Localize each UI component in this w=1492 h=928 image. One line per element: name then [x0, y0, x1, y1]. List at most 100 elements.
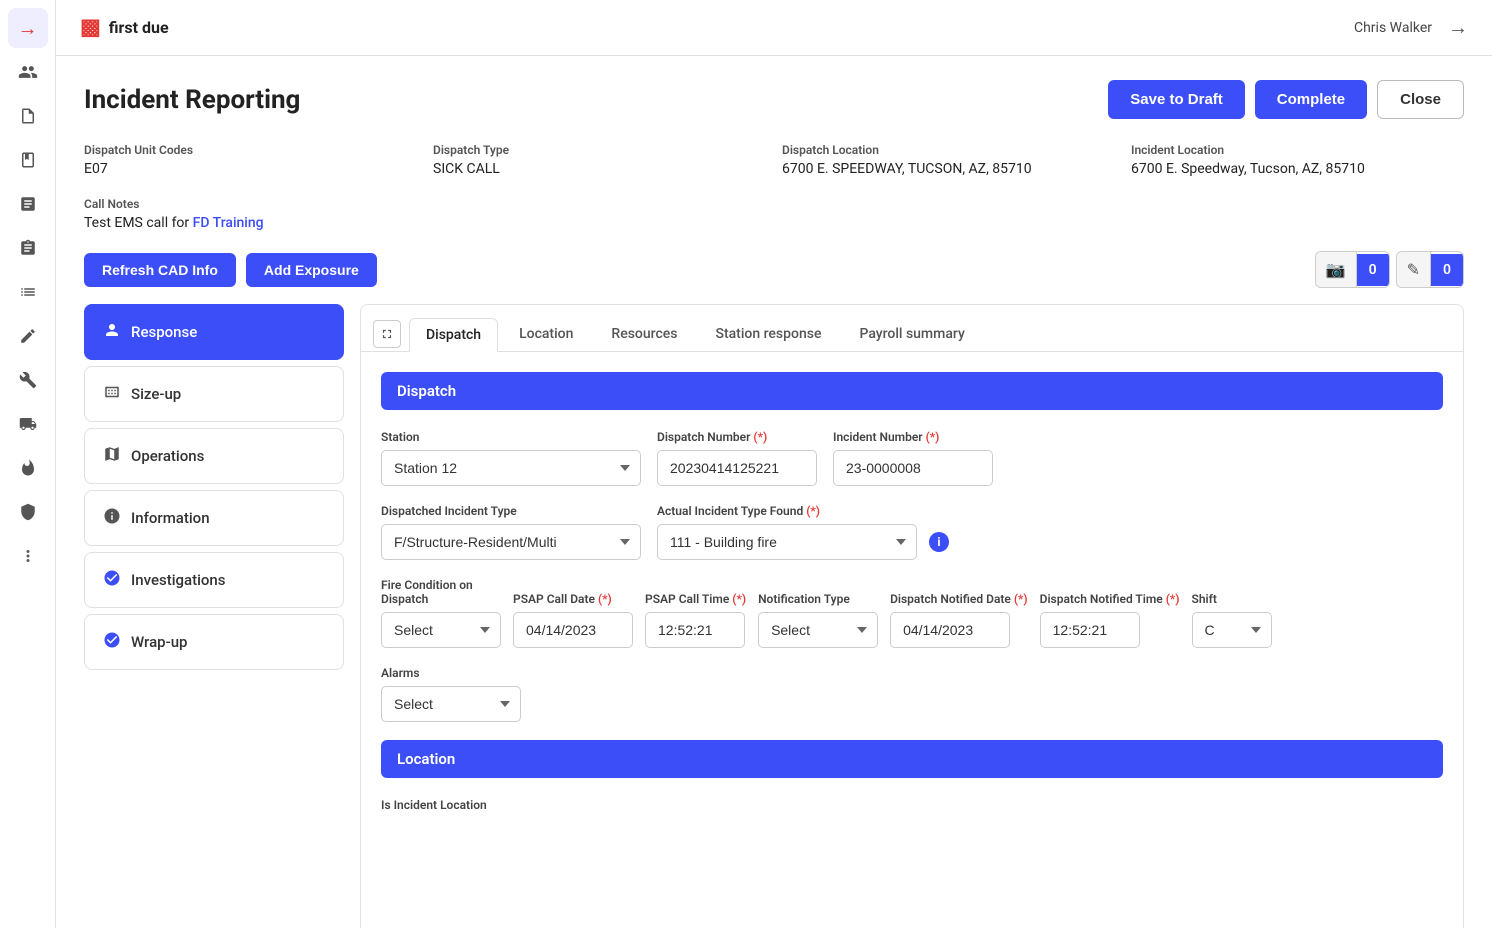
- dispatch-notified-date-input[interactable]: [890, 612, 1010, 648]
- incident-location: Incident Location 6700 E. Speedway, Tucs…: [1131, 143, 1464, 177]
- tab-station-response[interactable]: Station response: [698, 317, 838, 351]
- shift-select[interactable]: A B C: [1192, 612, 1272, 648]
- nav-item-investigations[interactable]: Investigations: [84, 552, 344, 608]
- notification-type-label: Notification Type: [758, 592, 878, 606]
- dispatch-unit-codes: Dispatch Unit Codes E07: [84, 143, 417, 177]
- main-content: ▩ first due Chris Walker → Incident Repo…: [56, 0, 1492, 928]
- tab-payroll-summary[interactable]: Payroll summary: [842, 317, 981, 351]
- unit-codes-label: Dispatch Unit Codes: [84, 143, 417, 157]
- nav-item-response[interactable]: Response: [84, 304, 344, 360]
- alarms-select[interactable]: Select 1 2 3: [381, 686, 521, 722]
- pencil-icon[interactable]: ✎: [1397, 252, 1431, 287]
- actual-type-label: Actual Incident Type Found (*): [657, 504, 949, 518]
- toolbar-left: Refresh CAD Info Add Exposure: [84, 253, 377, 287]
- form-area: Dispatch Station Station 12 Station 1 St…: [361, 352, 1463, 928]
- complete-button[interactable]: Complete: [1255, 80, 1367, 119]
- dispatched-type-group: Dispatched Incident Type F/Structure-Res…: [381, 504, 641, 560]
- dispatched-type-select[interactable]: F/Structure-Resident/Multi: [381, 524, 641, 560]
- clipboard-icon: [19, 239, 37, 257]
- is-incident-location-label: Is Incident Location: [381, 798, 487, 812]
- tab-location[interactable]: Location: [502, 317, 590, 351]
- fire-condition-select[interactable]: Select: [381, 612, 501, 648]
- people-icon: [18, 62, 38, 82]
- logout-button[interactable]: →: [1448, 15, 1468, 40]
- shift-label: Shift: [1192, 592, 1272, 606]
- dispatch-number-input[interactable]: [657, 450, 817, 486]
- tab-dispatch[interactable]: Dispatch: [409, 318, 498, 352]
- photo-counter: 📷 0: [1315, 251, 1390, 288]
- more-icon: [19, 547, 37, 565]
- investigations-icon: [103, 569, 121, 591]
- header-actions: Save to Draft Complete Close: [1108, 80, 1464, 119]
- logout-icon: →: [18, 16, 38, 41]
- sidebar-icon-reports[interactable]: [8, 184, 48, 224]
- notification-type-group: Notification Type Select: [758, 592, 878, 648]
- call-notes: Call Notes Test EMS call for FD Training: [84, 197, 1464, 231]
- dispatch-notified-time-input[interactable]: [1040, 612, 1140, 648]
- station-label: Station: [381, 430, 641, 444]
- sidebar-icon-clipboard[interactable]: [8, 228, 48, 268]
- psap-date-input[interactable]: [513, 612, 633, 648]
- dispatch-notified-date-group: Dispatch Notified Date (*): [890, 592, 1028, 648]
- topbar-right: Chris Walker →: [1354, 15, 1468, 40]
- save-draft-button[interactable]: Save to Draft: [1108, 80, 1245, 119]
- sidebar-icon-book[interactable]: [8, 140, 48, 180]
- nav-item-sizeup[interactable]: Size-up: [84, 366, 344, 422]
- fire-condition-group: Fire Condition onDispatch Select: [381, 578, 501, 648]
- info-icon[interactable]: i: [929, 532, 949, 552]
- dispatch-notified-time-label: Dispatch Notified Time (*): [1040, 592, 1180, 606]
- sidebar-icon-fire[interactable]: [8, 448, 48, 488]
- sidebar-icon-badge[interactable]: [8, 492, 48, 532]
- row-fire-condition: Fire Condition onDispatch Select PSAP Ca…: [381, 578, 1443, 648]
- incident-location-value: 6700 E. Speedway, Tucson, AZ, 85710: [1131, 161, 1464, 177]
- sidebar-icon-tools[interactable]: [8, 360, 48, 400]
- sidebar-icon-people[interactable]: [8, 52, 48, 92]
- psap-date-label: PSAP Call Date (*): [513, 592, 633, 606]
- meta-grid: Dispatch Unit Codes E07 Dispatch Type SI…: [84, 143, 1464, 177]
- nav-item-operations[interactable]: Operations: [84, 428, 344, 484]
- dispatch-notified-date-label: Dispatch Notified Date (*): [890, 592, 1028, 606]
- sidebar-icon-checklist[interactable]: [8, 272, 48, 312]
- brand-logo: ▩: [80, 15, 101, 40]
- content-area: Incident Reporting Save to Draft Complet…: [56, 56, 1492, 928]
- sidebar-icon-notepad[interactable]: [8, 316, 48, 356]
- camera-icon[interactable]: 📷: [1316, 252, 1357, 287]
- nav-item-wrapup[interactable]: Wrap-up: [84, 614, 344, 670]
- sidebar: →: [0, 0, 56, 928]
- response-icon: [103, 321, 121, 343]
- dispatch-location-label: Dispatch Location: [782, 143, 1115, 157]
- nav-label-information: Information: [131, 509, 210, 527]
- truck-icon: [19, 415, 37, 433]
- sidebar-icon-more[interactable]: [8, 536, 48, 576]
- left-nav: Response Size-up Operations: [84, 304, 344, 928]
- incident-location-label: Incident Location: [1131, 143, 1464, 157]
- sidebar-icon-truck[interactable]: [8, 404, 48, 444]
- nav-label-response: Response: [131, 323, 197, 341]
- expand-button[interactable]: [373, 320, 401, 348]
- tabs: Dispatch Location Resources Station resp…: [361, 305, 1463, 352]
- actual-type-group: Actual Incident Type Found (*) 111 - Bui…: [657, 504, 949, 560]
- user-name: Chris Walker: [1354, 20, 1432, 36]
- station-select[interactable]: Station 12 Station 1 Station 2: [381, 450, 641, 486]
- tab-resources[interactable]: Resources: [594, 317, 694, 351]
- add-exposure-button[interactable]: Add Exposure: [246, 253, 377, 287]
- incident-number-input[interactable]: [833, 450, 993, 486]
- nav-label-operations: Operations: [131, 447, 204, 465]
- refresh-cad-button[interactable]: Refresh CAD Info: [84, 253, 236, 287]
- actual-type-select[interactable]: 111 - Building fire: [657, 524, 917, 560]
- topbar: ▩ first due Chris Walker →: [56, 0, 1492, 56]
- psap-time-input[interactable]: [645, 612, 745, 648]
- call-notes-text: Test EMS call for FD Training: [84, 215, 1464, 231]
- nav-item-information[interactable]: Information: [84, 490, 344, 546]
- notification-type-select[interactable]: Select: [758, 612, 878, 648]
- sidebar-icon-logout[interactable]: →: [8, 8, 48, 48]
- sidebar-icon-document[interactable]: [8, 96, 48, 136]
- checklist-icon: [19, 283, 37, 301]
- book-icon: [19, 151, 37, 169]
- close-button[interactable]: Close: [1377, 80, 1464, 119]
- right-panel: Dispatch Location Resources Station resp…: [360, 304, 1464, 928]
- brand-name: first due: [109, 18, 169, 37]
- fire-icon: [19, 459, 37, 477]
- dispatch-type-label: Dispatch Type: [433, 143, 766, 157]
- location-section-header: Location: [381, 740, 1443, 778]
